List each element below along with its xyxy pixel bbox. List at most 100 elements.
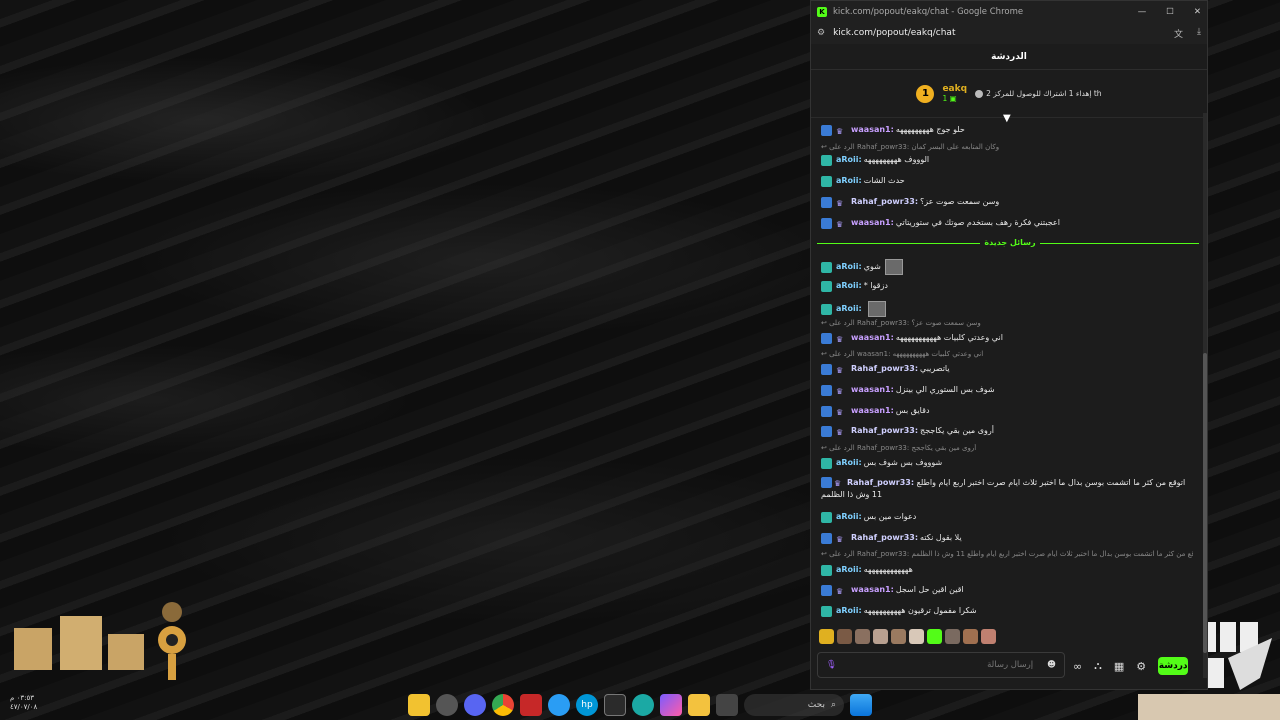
emote-icon[interactable] <box>891 629 906 644</box>
message-text: ههههههههههههه <box>863 565 913 574</box>
message-username[interactable]: waasan1: <box>851 124 894 136</box>
message-username[interactable]: waasan1: <box>851 584 894 596</box>
pinned-sub-goal[interactable]: 1 eakq 1 ▣ إهداء 1 اشتراك للوصول للمركز … <box>811 70 1207 118</box>
chat-message[interactable]: aRoii: * دزقوا <box>821 280 1193 292</box>
chat-message[interactable]: ♛ Rahaf_powr33: ياتصريبي <box>821 363 1193 375</box>
message-username[interactable]: waasan1: <box>851 332 894 344</box>
chrome-icon[interactable] <box>492 694 514 716</box>
emote-icon[interactable] <box>963 629 978 644</box>
download-icon[interactable]: ⤓ <box>1197 27 1201 40</box>
title-bar[interactable]: K kick.com/popout/eakq/chat - Google Chr… <box>811 1 1207 22</box>
infinity-icon[interactable]: ∞ <box>1073 660 1082 673</box>
message-username[interactable]: aRoii: <box>836 457 862 469</box>
chat-message[interactable]: ♛ waasan1: اعجبتني فكرة رهف بستخدم صوتك ف… <box>821 217 1193 229</box>
discord-icon[interactable] <box>464 694 486 716</box>
chat-message[interactable]: aRoii: دعوات مين بس <box>821 511 1193 523</box>
shield-app-icon[interactable] <box>520 694 542 716</box>
message-username[interactable]: aRoii: <box>836 154 862 166</box>
app-icon-circle[interactable] <box>436 694 458 716</box>
emote-icon[interactable] <box>945 629 960 644</box>
chat-message[interactable]: aRoii: الوووف هههههههههه <box>821 154 1193 166</box>
message-username[interactable]: aRoii: <box>836 511 862 523</box>
emote-icon[interactable] <box>927 629 942 644</box>
message-username[interactable]: waasan1: <box>851 217 894 229</box>
chat-message[interactable]: aRoii: ههههههههههههه <box>821 564 1193 576</box>
user-badge-icon <box>821 363 832 375</box>
user-badge-icon <box>821 280 832 292</box>
message-username[interactable]: Rahaf_powr33: <box>851 363 918 375</box>
composer-tools: ∞ ⛬ ▦ ⚙ دردشة <box>1073 657 1189 675</box>
message-username[interactable]: waasan1: <box>851 405 894 417</box>
chat-message[interactable]: ♛ waasan1: شوف بس الستوري الي بينزل <box>821 384 1193 396</box>
emote-icon[interactable] <box>981 629 996 644</box>
message-username[interactable]: aRoii: <box>836 605 862 617</box>
taskbar-search[interactable]: بحث ⌕ <box>744 694 844 716</box>
address-bar[interactable]: ⚙ kick.com/popout/eakq/chat 文 ⤓ <box>811 22 1207 44</box>
emote-icon[interactable] <box>909 629 924 644</box>
message-username[interactable]: aRoii: <box>836 175 862 187</box>
chat-message[interactable]: ♛ waasan1: اقين اقين حل اسجل <box>821 584 1193 596</box>
chat-message[interactable]: ♛ waasan1: اني وعدتي كلبيات هههههههههههه <box>821 332 1193 344</box>
chat-message[interactable]: aRoii: شوي <box>821 259 1193 275</box>
user-badge-icon <box>821 425 832 437</box>
emote-icon[interactable] <box>837 629 852 644</box>
message-username[interactable]: Rahaf_powr33: <box>851 196 918 208</box>
translate-icon[interactable]: 文 <box>1174 27 1183 40</box>
message-username[interactable]: aRoii: <box>836 280 862 292</box>
sub-badge-icon: ♛ <box>836 407 844 417</box>
message-username[interactable]: aRoii: <box>836 564 862 576</box>
message-composer[interactable]: 🎙 إرسال رسالة ☻ <box>817 652 1065 678</box>
message-username[interactable]: waasan1: <box>851 384 894 396</box>
chat-message[interactable]: ♛ Rahaf_powr33: يلا بقول نكته <box>821 532 1193 544</box>
gift-box-icon[interactable]: ▦ <box>1114 660 1124 673</box>
message-username[interactable]: aRoii: <box>836 261 862 273</box>
chat-message[interactable]: ♛ Rahaf_powr33: أروى مين بقي يكاججج <box>821 425 1193 437</box>
task-view-icon[interactable] <box>716 694 738 716</box>
url-text[interactable]: kick.com/popout/eakq/chat <box>833 28 955 38</box>
message-text: اعجبتني فكرة رهف بستخدم صوتك في ستوريتات… <box>895 218 1060 227</box>
edge-icon[interactable] <box>632 694 654 716</box>
user-badge-icon <box>821 511 832 523</box>
store-icon[interactable] <box>604 694 626 716</box>
chat-message[interactable]: ♛ Rahaf_powr33: اتوقع من كثر ما اتشمت بوس… <box>821 477 1193 501</box>
site-info-icon[interactable]: ⚙ <box>817 28 825 38</box>
chat-message[interactable]: aRoii: شوووف بس شوف بس <box>821 457 1193 469</box>
settings-gear-icon[interactable]: ⚙ <box>1136 660 1146 673</box>
file-explorer-icon[interactable] <box>688 694 710 716</box>
chat-message[interactable]: ♛ Rahaf_powr33: وسن سمعت صوت عز؟ <box>821 196 1193 208</box>
chat-message[interactable]: ♛ waasan1: حلو جوج هههههههههه <box>821 124 1193 136</box>
hp-icon[interactable]: hp <box>576 694 598 716</box>
windows-start-icon[interactable] <box>850 694 872 716</box>
maximize-button[interactable]: ☐ <box>1166 7 1174 17</box>
minimize-button[interactable]: — <box>1138 7 1147 17</box>
chat-message[interactable]: ♛ waasan1: دقايق بس <box>821 405 1193 417</box>
emoji-button[interactable]: ☻ <box>1047 660 1056 670</box>
pinned-sub-count: 1 <box>942 93 948 103</box>
new-messages-label: رسائل جديدة <box>811 238 1209 247</box>
message-username[interactable]: Rahaf_powr33: <box>851 532 918 544</box>
expand-arrow-icon[interactable]: ▼ <box>1003 113 1011 124</box>
message-username[interactable]: Rahaf_powr33: <box>851 425 918 437</box>
emote-bar <box>819 629 996 644</box>
close-button[interactable]: ✕ <box>1194 7 1201 17</box>
emote-icon[interactable] <box>873 629 888 644</box>
rank-badge: 1 <box>916 84 935 103</box>
microphone-icon[interactable]: 🎙 <box>826 660 837 670</box>
notes-app-icon[interactable] <box>408 694 430 716</box>
message-username[interactable]: Rahaf_powr33: <box>847 478 914 487</box>
chat-message[interactable]: aRoii: <box>821 301 1193 317</box>
pinned-sub: 1 ▣ <box>942 93 957 103</box>
message-username[interactable]: aRoii: <box>836 303 862 315</box>
chat-message[interactable]: aRoii: شكرا مفمول ترقيون ههههههههههه <box>821 605 1193 617</box>
send-button[interactable]: دردشة <box>1158 657 1189 675</box>
chat-scrollbar[interactable] <box>1203 113 1207 678</box>
reply-context: ↩ الرد على Rahaf_powr33: وسن سمعت صوت عز… <box>821 319 981 327</box>
emote-icon[interactable] <box>819 629 834 644</box>
goal-text: إهداء 1 اشتراك للوصول للمركز 2 th <box>986 89 1102 98</box>
emote-icon[interactable] <box>855 629 870 644</box>
copilot-icon[interactable] <box>660 694 682 716</box>
globe-app-icon[interactable] <box>548 694 570 716</box>
users-icon[interactable]: ⛬ <box>1094 659 1102 673</box>
chat-message[interactable]: aRoii: حدث الشات <box>821 175 1193 187</box>
scrollbar-thumb[interactable] <box>1203 353 1207 653</box>
